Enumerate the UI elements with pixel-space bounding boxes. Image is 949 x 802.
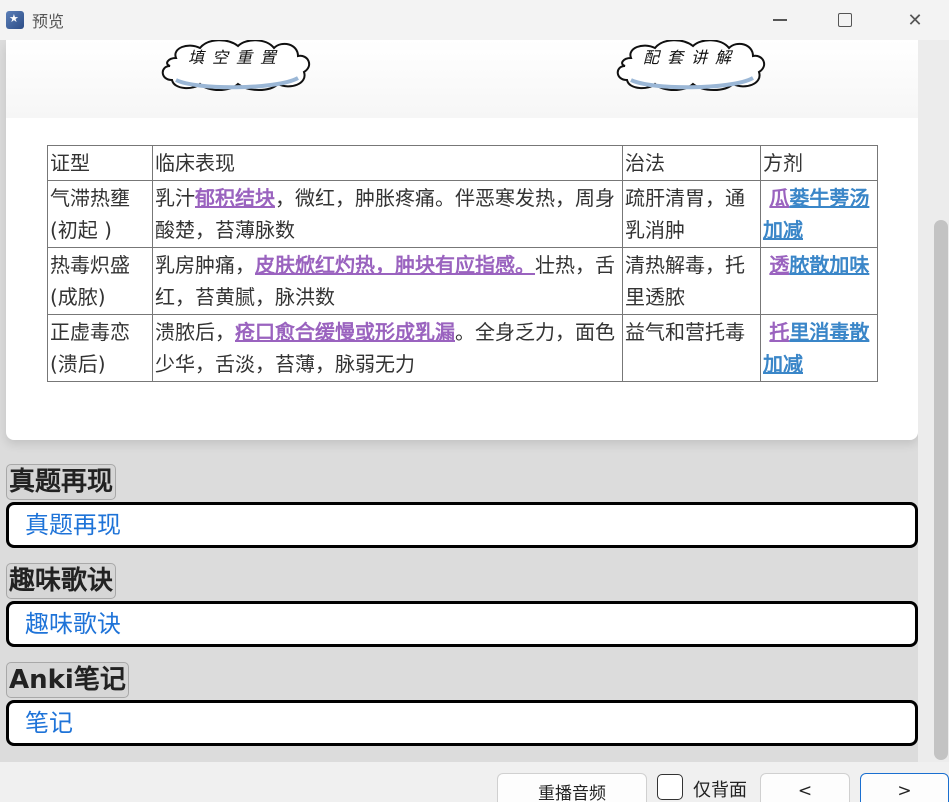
back-only-label: 仅背面 [693,780,747,801]
symptom-text: 溃脓后， [155,320,235,344]
table-row: 正虚毒恋(溃后) 溃脓后，疮口愈合缓慢或形成乳漏。全身乏力，面色少华，舌淡，苔薄… [47,314,878,382]
syndrome-type: 热毒炽盛(成脓) [47,247,153,315]
minimize-icon [773,19,787,21]
back-only-checkbox[interactable] [657,774,683,800]
formula-link[interactable]: 脓散加味 [789,253,869,277]
section-title-rhyme: 趣味歌诀 [6,563,117,599]
cloud-explanation[interactable]: 配套讲解 [611,40,771,92]
section-box-exam[interactable]: 真题再现 [6,502,918,548]
banner: 填空重置 配套讲解 [6,40,918,118]
table-header-row: 证型 临床表现 治法 方剂 [47,145,878,181]
header-cell: 方剂 [760,145,878,181]
table-row: 气滞热壅(初起 ) 乳汁郁积结块，微红，肿胀疼痛。伴恶寒发热，周身酸楚，苔薄脉数… [47,180,878,248]
maximize-icon [838,13,852,27]
clinical-manifestation: 乳汁郁积结块，微红，肿胀疼痛。伴恶寒发热，周身酸楚，苔薄脉数 [152,180,623,248]
cloud-left-text: 填空重置 [187,48,284,67]
formula-cell: 透脓散加味 [760,247,878,315]
treatment-method: 疏肝清胃，通乳消肿 [622,180,761,248]
minimize-button[interactable] [757,0,803,40]
symptom-text: 乳房肿痛， [155,253,255,277]
header-cell: 证型 [47,145,153,181]
cloud-fill-reset[interactable]: 填空重置 [156,40,316,92]
treatment-method: 益气和营托毒 [622,314,761,382]
header-cell: 治法 [622,145,761,181]
formula-link[interactable]: 瓜 [769,186,789,210]
formula-link[interactable]: 托 [769,320,789,344]
formula-cell: 瓜蒌牛蒡汤加减 [760,180,878,248]
replay-audio-button[interactable]: 重播音频 [497,773,647,802]
scrollbar-thumb[interactable] [934,220,948,760]
window-title: 预览 [32,12,65,31]
close-icon: ✕ [907,9,923,31]
formula-cell: 托里消毒散加减 [760,314,878,382]
table-row: 热毒炽盛(成脓) 乳房肿痛，皮肤焮红灼热，肿块有应指感。壮热，舌红，苔黄腻，脉洪… [47,247,878,315]
syndrome-table: 证型 临床表现 治法 方剂 气滞热壅(初起 ) 乳汁郁积结块，微红，肿胀疼痛。伴… [47,145,878,382]
bottom-toolbar: 重播音频 仅背面 < > [0,762,949,802]
clinical-manifestation: 乳房肿痛，皮肤焮红灼热，肿块有应指感。壮热，舌红，苔黄腻，脉洪数 [152,247,623,315]
section-box-notes[interactable]: 笔记 [6,700,918,746]
previous-button[interactable]: < [760,773,850,802]
header-cell: 临床表现 [152,145,623,181]
section-box-rhyme[interactable]: 趣味歌诀 [6,601,918,647]
app-icon [6,11,24,29]
treatment-method: 清热解毒，托里透脓 [622,247,761,315]
symptom-keyword[interactable]: 郁积结块 [195,186,275,210]
section-title-notes: Anki笔记 [6,662,129,698]
next-button[interactable]: > [860,773,949,802]
symptom-keyword[interactable]: 皮肤焮红灼热，肿块有应指感。 [255,253,535,277]
card-content[interactable]: 填空重置 配套讲解 证型 临床表现 治法 方剂 气滞热壅(初起 ) 乳汁郁积结块… [0,40,918,762]
formula-link[interactable]: 透 [769,253,789,277]
cloud-right-text: 配套讲解 [642,48,739,67]
section-title-exam: 真题再现 [6,464,117,500]
symptom-keyword[interactable]: 疮口愈合缓慢或形成乳漏 [235,320,455,344]
close-button[interactable]: ✕ [892,0,938,40]
symptom-text: 乳汁 [155,186,195,210]
maximize-button[interactable] [822,0,868,40]
title-bar: 预览 ✕ [0,0,949,40]
clinical-manifestation: 溃脓后，疮口愈合缓慢或形成乳漏。全身乏力，面色少华，舌淡，苔薄，脉弱无力 [152,314,623,382]
syndrome-type: 气滞热壅(初起 ) [47,180,153,248]
syndrome-type: 正虚毒恋(溃后) [47,314,153,382]
